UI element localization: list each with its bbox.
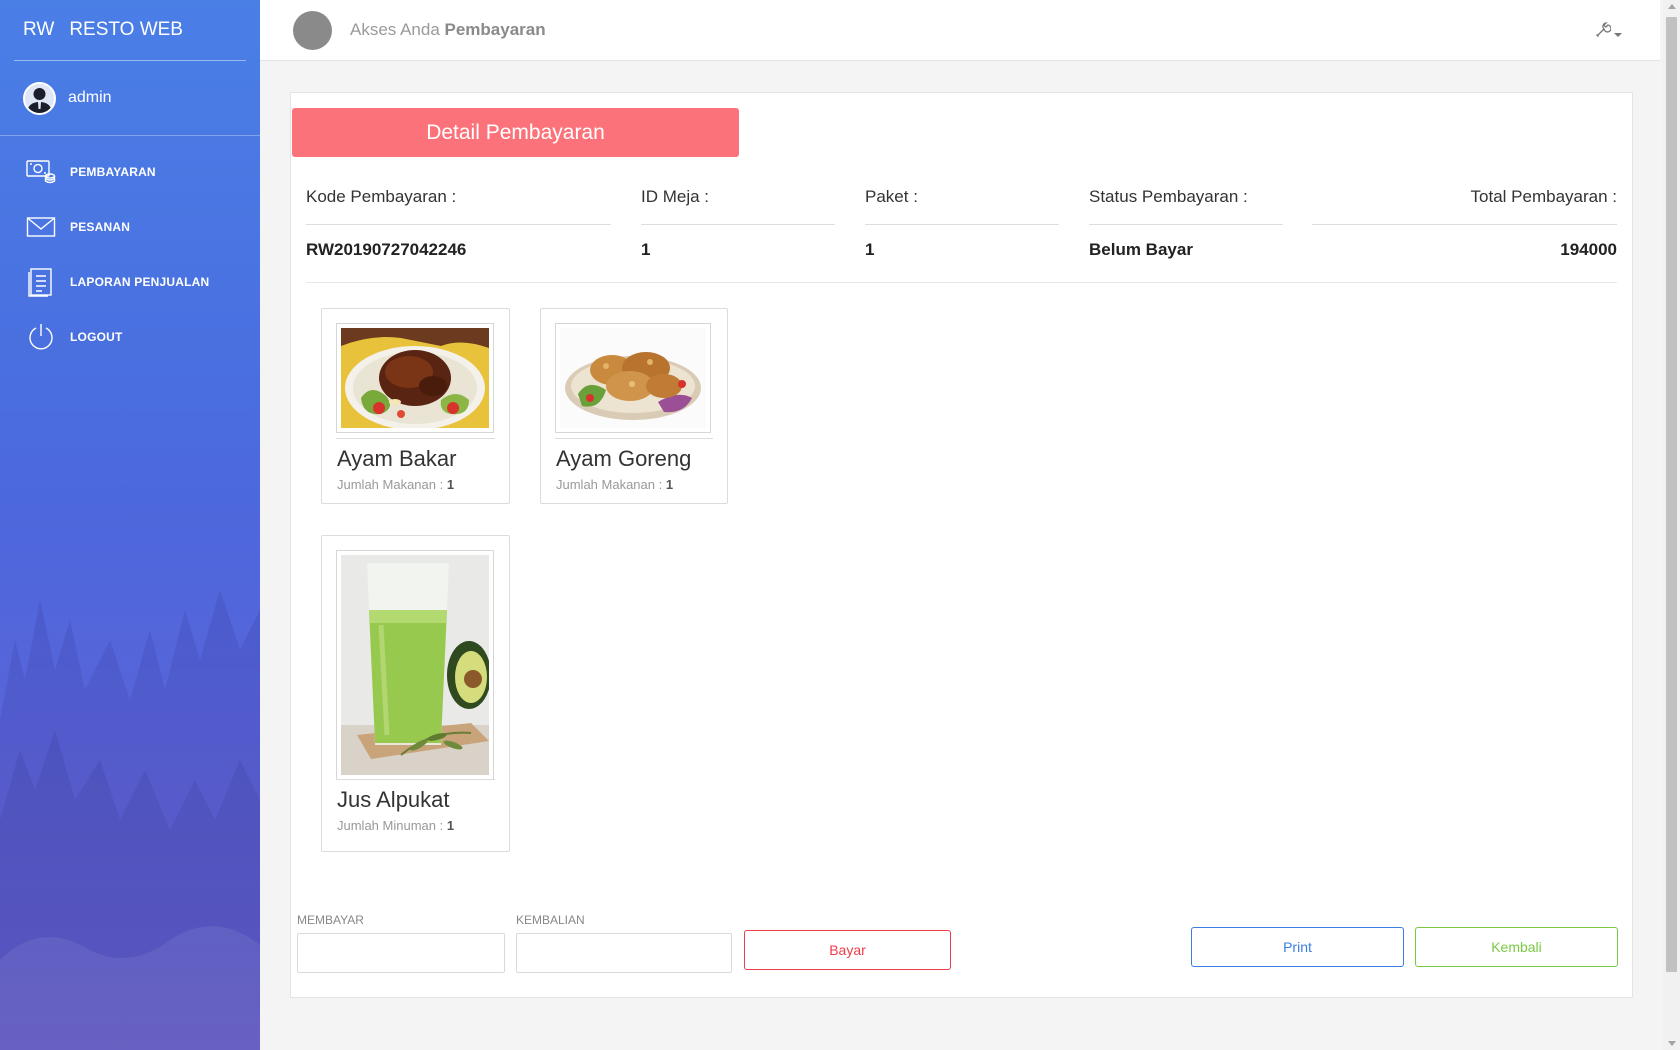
- total-pembayaran-label: Total Pembayaran :: [1312, 185, 1617, 225]
- item-quantity-value: 1: [446, 818, 455, 833]
- top-bar: Akses Anda Pembayaran: [260, 0, 1660, 61]
- paket-value: 1: [865, 240, 875, 259]
- envelope-icon: [26, 212, 56, 242]
- sidebar: RW RESTO WEB admin PEMBAYARAN PESANAN LA…: [0, 0, 260, 1050]
- payment-icon: [26, 157, 56, 187]
- scrollbar-thumb[interactable]: [1666, 17, 1677, 972]
- item-quantity-value: 1: [665, 477, 674, 492]
- total-pembayaran-value: 194000: [1560, 240, 1617, 259]
- kode-pembayaran-column: Kode Pembayaran : RW20190727042246: [306, 185, 611, 260]
- total-pembayaran-column: Total Pembayaran : 194000: [1312, 185, 1617, 260]
- profile-circle-icon: [293, 10, 332, 50]
- scroll-up-icon[interactable]: [1668, 4, 1676, 9]
- bayar-button[interactable]: Bayar: [744, 930, 951, 970]
- settings-dropdown[interactable]: [1595, 22, 1622, 43]
- item-quantity-label: Jumlah Makanan :: [556, 477, 663, 492]
- item-quantity: Jumlah Makanan : 1: [337, 477, 454, 492]
- menu-item-card[interactable]: Jus Alpukat Jumlah Minuman : 1: [321, 535, 510, 852]
- membayar-input[interactable]: [297, 933, 505, 973]
- report-icon: [26, 267, 56, 297]
- scroll-down-icon[interactable]: [1668, 1041, 1676, 1046]
- sidebar-item-label: PESANAN: [70, 219, 131, 234]
- item-name: Jus Alpukat: [337, 787, 450, 812]
- chevron-down-icon: [1614, 32, 1622, 37]
- item-quantity: Jumlah Minuman : 1: [337, 818, 454, 833]
- sidebar-item-pembayaran[interactable]: PEMBAYARAN: [0, 144, 260, 199]
- sidebar-nav: PEMBAYARAN PESANAN LAPORAN PENJUALAN LOG…: [0, 144, 260, 364]
- menu-item-card[interactable]: Ayam Goreng Jumlah Makanan : 1: [540, 308, 728, 504]
- paket-label: Paket :: [865, 185, 1059, 225]
- page-title-section: Pembayaran: [444, 20, 546, 39]
- kode-pembayaran-value: RW20190727042246: [306, 240, 467, 259]
- menu-item-card[interactable]: Ayam Bakar Jumlah Makanan : 1: [321, 308, 510, 504]
- payment-detail-card: Detail Pembayaran Kode Pembayaran : RW20…: [290, 92, 1633, 998]
- brand[interactable]: RW RESTO WEB: [14, 0, 246, 61]
- status-pembayaran-label: Status Pembayaran :: [1089, 185, 1283, 225]
- sidebar-item-label: PEMBAYARAN: [70, 164, 156, 179]
- brand-short: RW: [23, 19, 55, 40]
- kode-pembayaran-label: Kode Pembayaran :: [306, 185, 611, 225]
- item-divider: [555, 438, 713, 439]
- membayar-label: MEMBAYAR: [297, 913, 364, 927]
- page-title: Akses Anda Pembayaran: [350, 20, 546, 40]
- status-pembayaran-column: Status Pembayaran : Belum Bayar: [1089, 185, 1283, 260]
- id-meja-value: 1: [641, 240, 651, 259]
- power-icon: [26, 322, 56, 352]
- user-name: admin: [68, 89, 112, 106]
- wrench-icon: [1595, 22, 1612, 43]
- print-button[interactable]: Print: [1191, 927, 1404, 967]
- sidebar-item-laporan[interactable]: LAPORAN PENJUALAN: [0, 254, 260, 309]
- sidebar-item-label: LOGOUT: [70, 329, 123, 344]
- jus-alpukat-image: [336, 550, 494, 780]
- payment-info: Kode Pembayaran : RW20190727042246 ID Me…: [306, 185, 1617, 283]
- item-divider: [336, 438, 495, 439]
- brand-name: RESTO WEB: [69, 19, 183, 40]
- page-title-prefix: Akses Anda: [350, 20, 440, 39]
- item-divider: [336, 779, 495, 780]
- item-quantity: Jumlah Makanan : 1: [556, 477, 673, 492]
- sidebar-item-label: LAPORAN PENJUALAN: [70, 274, 210, 289]
- kembali-button[interactable]: Kembali: [1415, 927, 1618, 967]
- kembalian-label: KEMBALIAN: [516, 913, 585, 927]
- status-pembayaran-value: Belum Bayar: [1089, 240, 1193, 259]
- avatar: [23, 81, 56, 115]
- sidebar-item-pesanan[interactable]: PESANAN: [0, 199, 260, 254]
- item-quantity-value: 1: [446, 477, 455, 492]
- id-meja-column: ID Meja : 1: [641, 185, 835, 260]
- item-quantity-label: Jumlah Makanan :: [337, 477, 444, 492]
- id-meja-label: ID Meja :: [641, 185, 835, 225]
- item-quantity-label: Jumlah Minuman :: [337, 818, 444, 833]
- forest-background: [0, 490, 260, 1050]
- page-scrollbar[interactable]: [1663, 0, 1680, 1050]
- ayam-goreng-image: [555, 323, 711, 433]
- detail-pembayaran-header: Detail Pembayaran: [292, 108, 739, 157]
- kembalian-input[interactable]: [516, 933, 732, 973]
- user-panel: admin: [0, 61, 260, 136]
- item-name: Ayam Goreng: [556, 446, 692, 471]
- sidebar-item-logout[interactable]: LOGOUT: [0, 309, 260, 364]
- ayam-bakar-image: [336, 323, 494, 433]
- item-name: Ayam Bakar: [337, 446, 457, 471]
- paket-column: Paket : 1: [865, 185, 1059, 260]
